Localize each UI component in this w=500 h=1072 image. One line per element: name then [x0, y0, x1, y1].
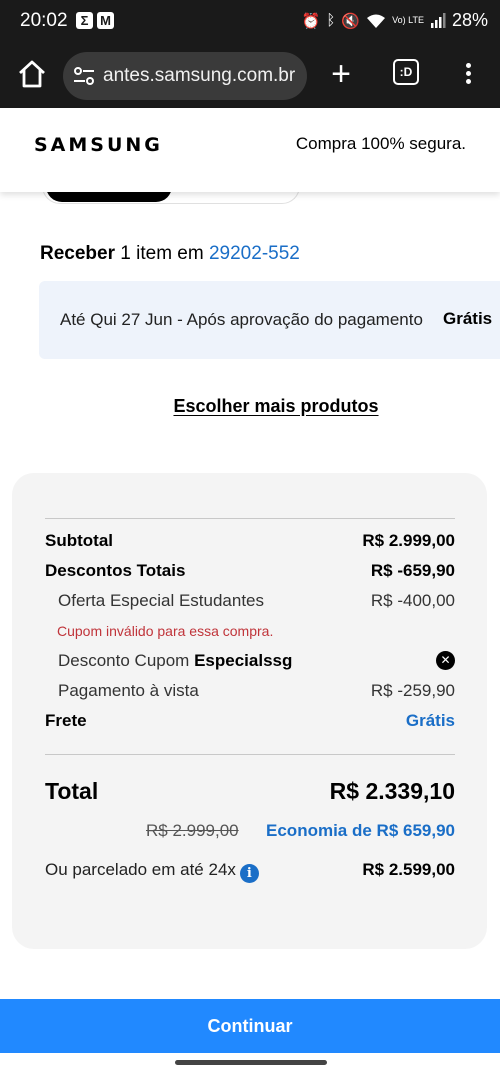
mute-icon: 🔇	[341, 12, 361, 30]
site-header: SAMSUNG Compra 100% segura.	[0, 108, 500, 192]
notification-icons: Σ M	[76, 12, 114, 29]
order-summary: Subtotal R$ 2.999,00 Descontos Totais R$…	[12, 473, 487, 949]
coupon-label-text: Desconto Cupom	[58, 651, 195, 670]
shipping-label: Frete	[45, 711, 87, 730]
student-offer-value: R$ -400,00	[370, 591, 455, 610]
subtotal-label: Subtotal	[45, 531, 113, 550]
battery-level: 28%	[451, 10, 488, 30]
receive-label: Receber	[40, 243, 115, 264]
delivery-summary: Receber 1 item em 29202-552	[40, 243, 300, 265]
discounts-value: R$ -659,90	[370, 561, 455, 580]
coupon-error-message: Cupom inválido para essa compra.	[57, 623, 274, 639]
url-text[interactable]: antes.samsung.com.br	[103, 65, 303, 87]
total-label: Total	[45, 778, 99, 804]
coupon-label: Desconto Cupom Especialssg	[58, 651, 292, 671]
student-offer-label: Oferta Especial Estudantes	[58, 591, 265, 610]
installment-value: R$ 2.599,00	[362, 860, 455, 879]
shipping-value: Grátis	[405, 711, 455, 730]
remove-coupon-icon[interactable]: ✕	[436, 651, 455, 670]
delivery-date: Até Qui 27 Jun - Após aprovação do pagam…	[60, 310, 423, 329]
lte-indicator: Vo) LTE	[392, 15, 424, 25]
info-icon[interactable]: i	[239, 864, 259, 883]
signal-icon	[430, 13, 446, 28]
summary-divider-bottom	[45, 754, 455, 755]
installment-label: Ou parcelado em até 24x	[45, 860, 236, 879]
installment-label-wrap: Ou parcelado em até 24x i	[45, 860, 259, 883]
continue-button[interactable]: Continuar	[0, 999, 500, 1053]
home-icon[interactable]	[16, 58, 48, 90]
summary-divider-top	[45, 518, 455, 519]
secure-purchase-text: Compra 100% segura.	[295, 134, 466, 153]
subtotal-value: R$ 2.999,00	[362, 531, 455, 550]
status-time: 20:02	[20, 10, 68, 31]
coupon-code: Especialssg	[194, 651, 293, 670]
sigma-app-icon: Σ	[76, 12, 93, 29]
site-settings-icon[interactable]	[73, 66, 95, 86]
savings-text: Economia de R$ 659,90	[266, 821, 455, 840]
alarm-icon: ⏰	[301, 12, 321, 30]
discounts-label: Descontos Totais	[45, 561, 186, 580]
browser-toolbar: antes.samsung.com.br + :D	[0, 44, 500, 108]
gesture-nav-bar	[0, 1053, 500, 1072]
cash-payment-label: Pagamento à vista	[58, 681, 199, 700]
address-bar[interactable]: antes.samsung.com.br	[63, 52, 307, 100]
wifi-icon	[367, 14, 386, 28]
choose-more-products-link[interactable]: Escolher mais produtos	[0, 396, 500, 417]
total-value: R$ 2.339,10	[329, 778, 455, 804]
samsung-logo[interactable]: SAMSUNG	[34, 134, 163, 156]
bluetooth-icon: ᛒ	[326, 12, 336, 29]
cash-payment-value: R$ -259,90	[370, 681, 455, 700]
delivery-option: Até Qui 27 Jun - Após aprovação do pagam…	[39, 281, 500, 359]
items-text: 1 item em	[115, 243, 209, 264]
status-bar: 20:02 Σ M ⏰ ᛒ 🔇 Vo) LTE 28%	[0, 0, 500, 44]
new-tab-icon[interactable]: +	[326, 56, 356, 94]
gmail-icon: M	[97, 12, 114, 29]
original-price: R$ 2.999,00	[146, 821, 239, 840]
zip-code-link[interactable]: 29202-552	[209, 243, 300, 264]
home-handle[interactable]	[175, 1060, 327, 1065]
delivery-price: Grátis	[443, 309, 493, 328]
more-menu-icon[interactable]	[459, 60, 477, 90]
tab-switcher-button[interactable]: :D	[393, 59, 419, 85]
status-indicators: ⏰ ᛒ 🔇 Vo) LTE 28%	[302, 10, 488, 31]
